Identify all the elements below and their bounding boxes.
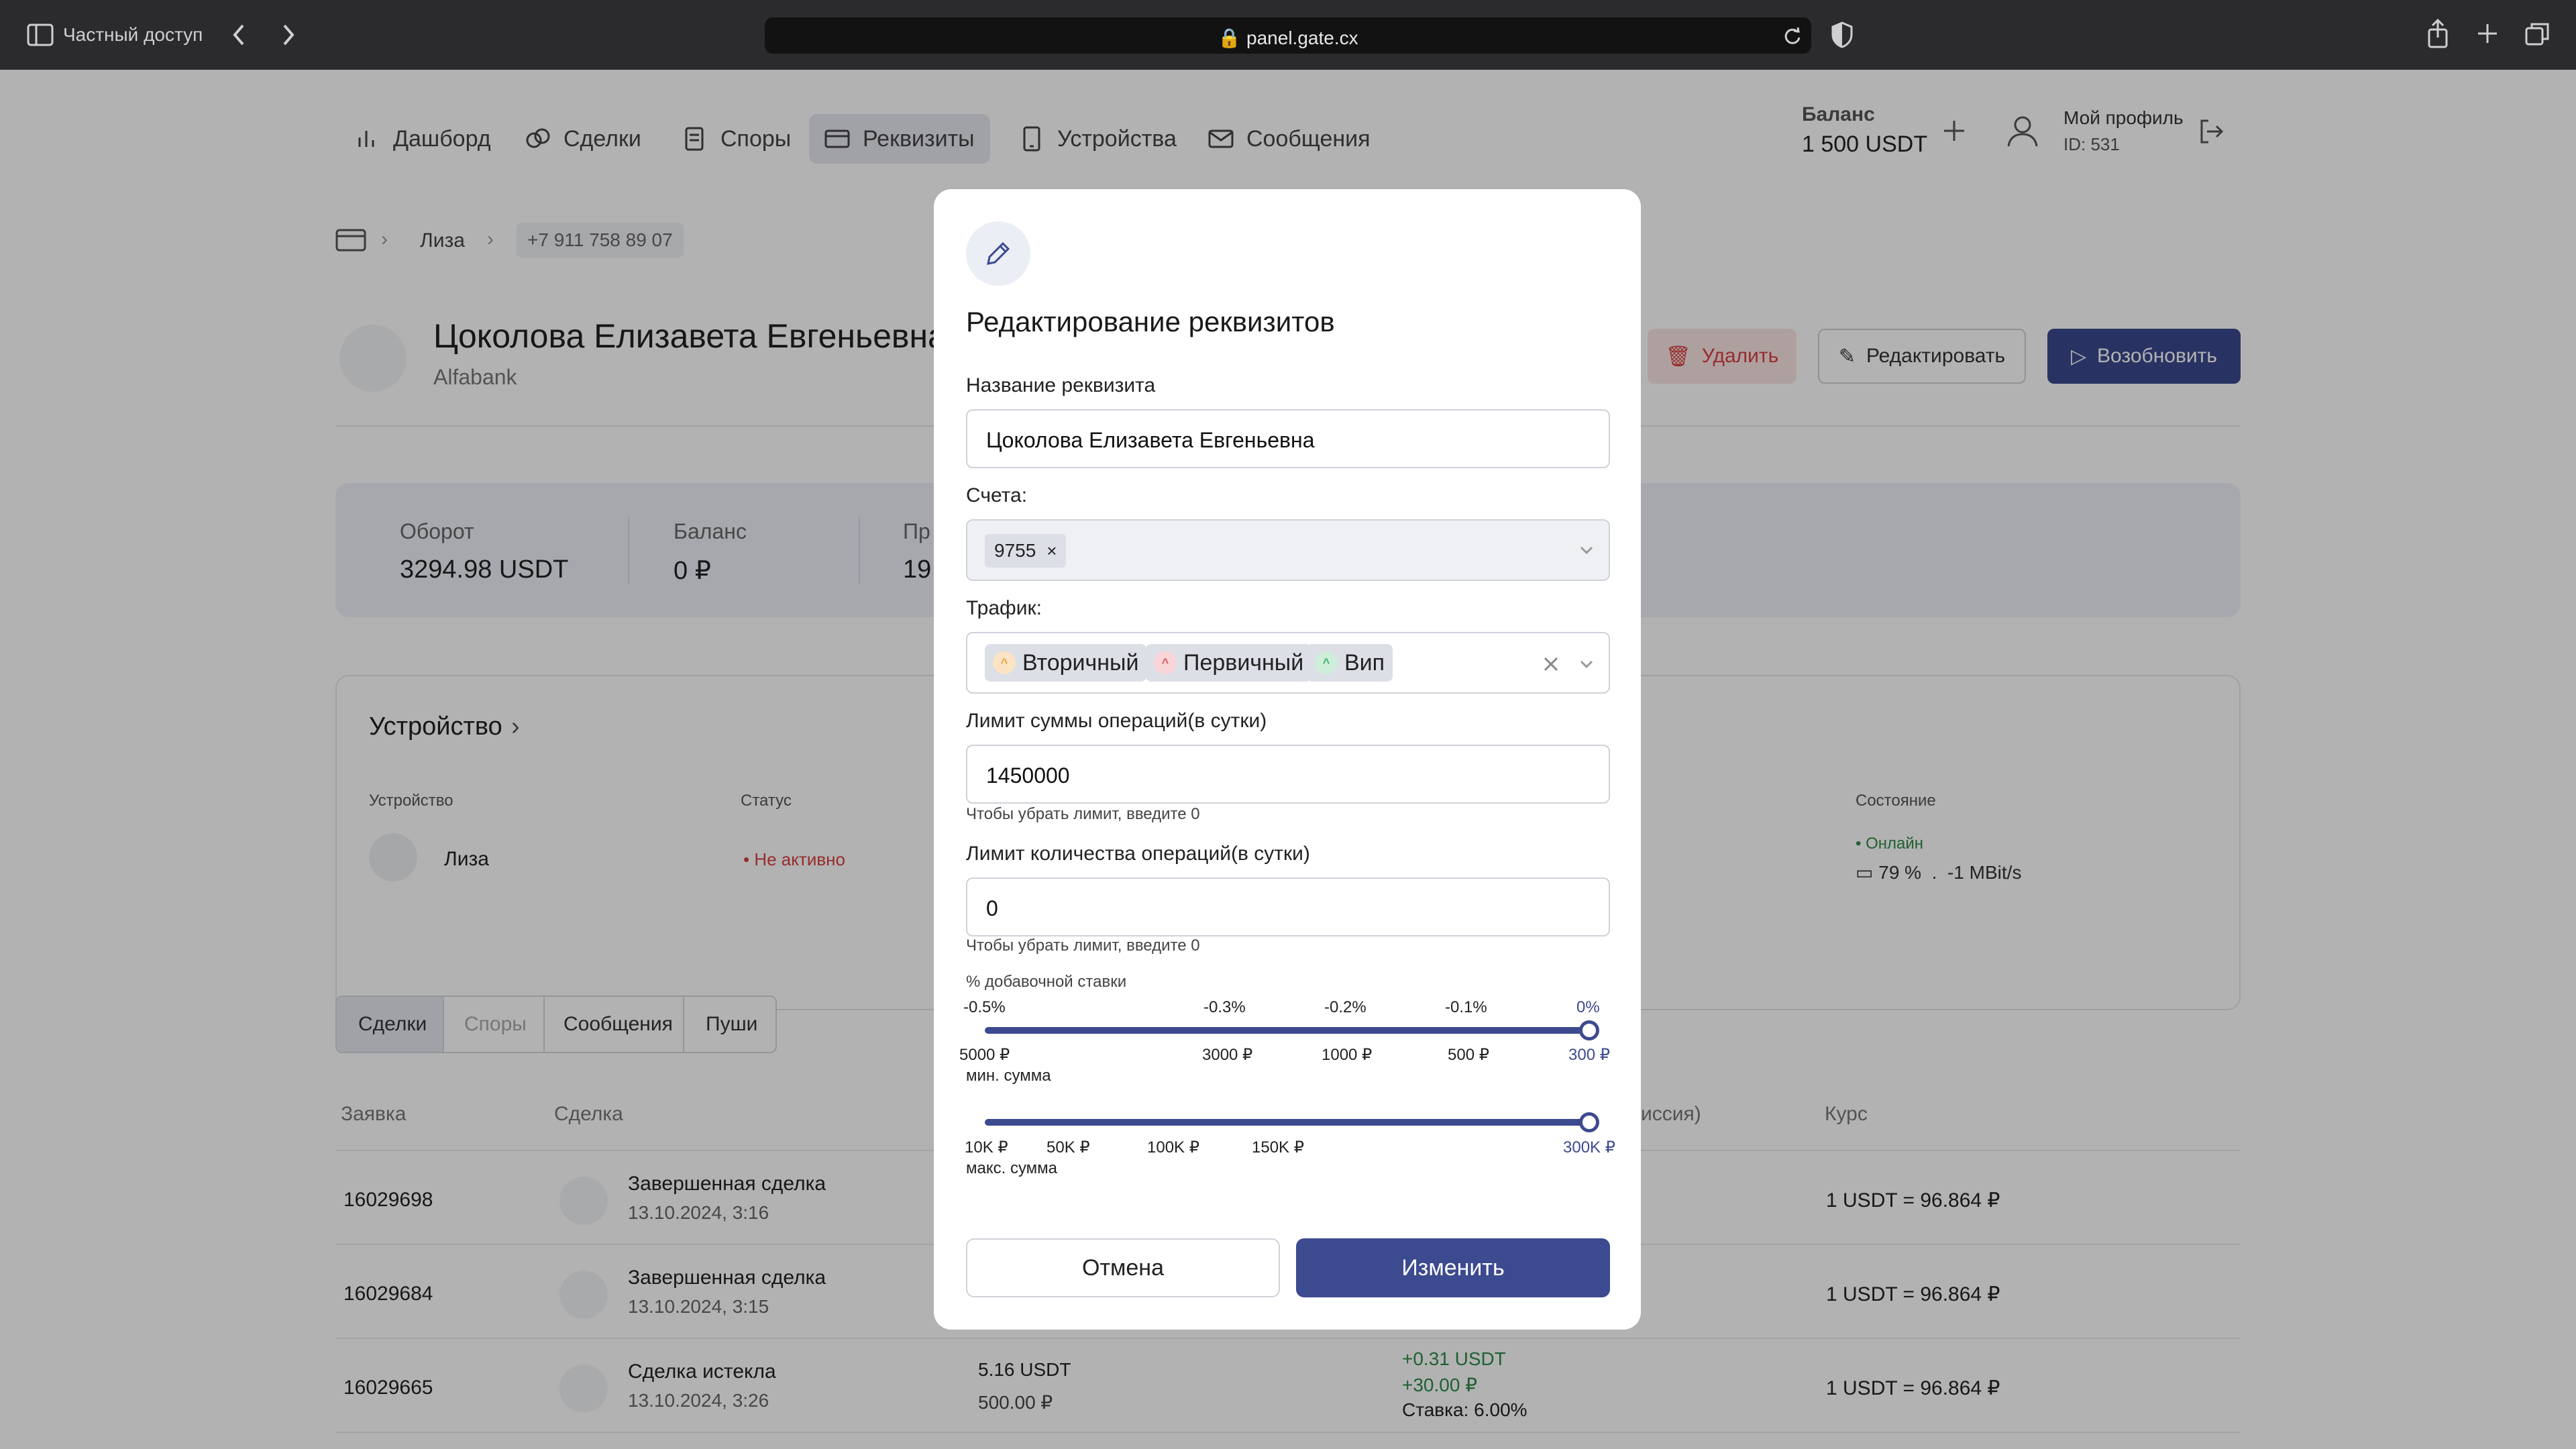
chevron-down-icon[interactable] bbox=[1579, 545, 1594, 555]
arrows-up-icon: ^ bbox=[993, 651, 1016, 674]
min-sum-label: мин. сумма bbox=[966, 1067, 1051, 1085]
tabs-overview-icon[interactable] bbox=[2525, 21, 2549, 46]
traffic-chip-secondary: ^ Вторичный bbox=[985, 644, 1147, 682]
count-limit-label: Лимит количества операций(в сутки) bbox=[966, 843, 1310, 865]
rate-tick: 0% bbox=[1576, 998, 1600, 1016]
min-sum-slider-track[interactable] bbox=[985, 1027, 1591, 1034]
accounts-select[interactable]: 9755 × bbox=[966, 519, 1610, 581]
chevron-down-icon[interactable] bbox=[1579, 659, 1594, 669]
share-icon[interactable] bbox=[2427, 19, 2449, 48]
sum-limit-field[interactable]: 1450000 bbox=[966, 745, 1610, 804]
max-tick: 50K ₽ bbox=[1046, 1138, 1090, 1157]
traffic-label: Трафик: bbox=[966, 597, 1042, 619]
min-tick: 5000 ₽ bbox=[959, 1046, 1010, 1064]
new-tab-icon[interactable] bbox=[2477, 23, 2498, 44]
traffic-select[interactable]: ^ Вторичный ^ Первичный ^ Вип bbox=[966, 632, 1610, 694]
name-field[interactable]: Цоколова Елизавета Евгеньевна bbox=[966, 409, 1610, 468]
submit-button[interactable]: Изменить bbox=[1296, 1238, 1610, 1297]
rate-tick: -0.3% bbox=[1203, 998, 1246, 1016]
arrows-up-icon: ^ bbox=[1315, 651, 1338, 674]
remove-chip-icon[interactable]: × bbox=[1046, 541, 1057, 561]
url-text: 🔒 panel.gate.cx bbox=[1218, 28, 1358, 48]
rate-label: % добавочной ставки bbox=[966, 973, 1127, 991]
max-tick: 100K ₽ bbox=[1147, 1138, 1199, 1157]
rate-tick: -0.5% bbox=[963, 998, 1006, 1016]
min-tick: 500 ₽ bbox=[1448, 1046, 1489, 1064]
account-chip: 9755 × bbox=[985, 534, 1067, 568]
shield-icon[interactable] bbox=[1831, 21, 1853, 48]
max-sum-slider-handle[interactable] bbox=[1579, 1112, 1599, 1132]
accounts-label: Счета: bbox=[966, 484, 1028, 506]
reload-icon[interactable] bbox=[1783, 27, 1802, 46]
max-tick: 150K ₽ bbox=[1252, 1138, 1304, 1157]
back-icon[interactable] bbox=[231, 21, 247, 48]
min-sum-slider-handle[interactable] bbox=[1579, 1020, 1599, 1040]
sidebar-toggle-icon[interactable] bbox=[27, 23, 54, 47]
name-label: Название реквизита bbox=[966, 374, 1156, 396]
rate-tick: -0.1% bbox=[1445, 998, 1487, 1016]
count-limit-field[interactable]: 0 bbox=[966, 877, 1610, 936]
count-limit-hint: Чтобы убрать лимит, введите 0 bbox=[966, 936, 1200, 955]
rate-tick: -0.2% bbox=[1324, 998, 1366, 1016]
edit-requisites-modal: Редактирование реквизитов Название рекви… bbox=[934, 189, 1641, 1330]
clear-icon[interactable] bbox=[1543, 656, 1559, 672]
sum-limit-label: Лимит суммы операций(в сутки) bbox=[966, 710, 1267, 732]
cancel-button[interactable]: Отмена bbox=[966, 1238, 1280, 1297]
max-sum-label: макс. сумма bbox=[966, 1159, 1058, 1177]
address-bar[interactable]: 🔒 panel.gate.cx bbox=[765, 17, 1811, 54]
forward-icon[interactable] bbox=[280, 21, 297, 48]
private-mode-label: Частный доступ bbox=[63, 24, 203, 45]
sum-limit-hint: Чтобы убрать лимит, введите 0 bbox=[966, 805, 1200, 823]
lock-icon: 🔒 bbox=[1218, 28, 1242, 48]
traffic-chip-primary: ^ Первичный bbox=[1146, 644, 1312, 682]
max-sum-slider-track[interactable] bbox=[985, 1119, 1591, 1126]
arrows-up-icon: ^ bbox=[1154, 651, 1177, 674]
min-tick: 1000 ₽ bbox=[1322, 1046, 1373, 1064]
max-tick: 300K ₽ bbox=[1563, 1138, 1615, 1157]
min-tick: 3000 ₽ bbox=[1202, 1046, 1253, 1064]
max-tick: 10K ₽ bbox=[965, 1138, 1008, 1157]
min-tick: 300 ₽ bbox=[1568, 1046, 1610, 1064]
browser-toolbar: Частный доступ 🔒 panel.gate.cx bbox=[0, 0, 2576, 70]
pencil-icon bbox=[966, 221, 1030, 286]
traffic-chip-vip: ^ Вип bbox=[1307, 644, 1393, 682]
modal-title: Редактирование реквизитов bbox=[966, 306, 1335, 337]
